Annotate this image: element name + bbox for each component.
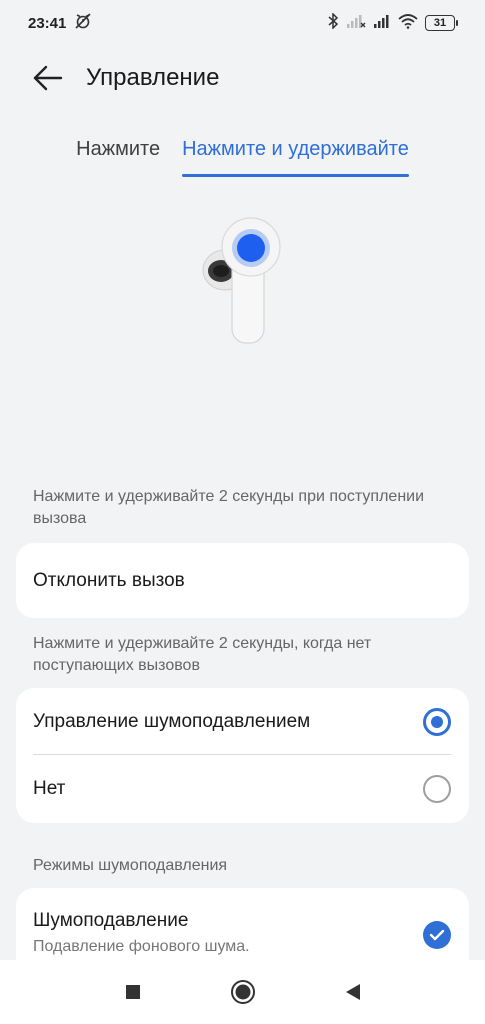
earbud-illustration — [195, 215, 295, 355]
no-call-card: Управление шумоподавлением Нет — [16, 688, 469, 823]
tab-press[interactable]: Нажмите — [76, 130, 160, 180]
noise-mode-anc-sublabel: Подавление фонового шума. — [33, 938, 250, 955]
wifi-icon — [398, 13, 418, 33]
tab-bar: Нажмите Нажмите и удерживайте — [0, 130, 485, 180]
alarm-off-icon — [74, 12, 92, 34]
noise-mode-anc-label: Шумоподавление — [33, 910, 189, 931]
triangle-back-icon — [345, 984, 360, 1000]
noise-mode-anc-checkbox[interactable] — [423, 921, 451, 949]
radio-none[interactable] — [423, 775, 451, 803]
screen: 23:41 31 Управление Нажмите Нажмите и уд… — [0, 0, 485, 1024]
navigation-bar — [0, 960, 485, 1024]
recents-button[interactable] — [113, 972, 153, 1012]
reject-call-label: Отклонить вызов — [33, 569, 185, 591]
signal-off-icon — [346, 13, 366, 33]
incoming-call-description: Нажмите и удерживайте 2 секунды при пост… — [33, 488, 425, 527]
square-icon — [125, 985, 140, 999]
touch-point-icon — [237, 234, 265, 262]
signal-icon — [373, 13, 391, 33]
status-left: 23:41 — [28, 12, 92, 34]
option-none[interactable]: Нет — [16, 755, 469, 823]
option-noise-control[interactable]: Управление шумоподавлением — [16, 688, 469, 755]
noise-modes-title: Режимы шумоподавления — [33, 857, 228, 874]
battery-indicator: 31 — [425, 15, 458, 31]
page-title: Управление — [86, 64, 220, 91]
checkmark-icon — [429, 929, 445, 941]
option-noise-control-label: Управление шумоподавлением — [33, 710, 311, 732]
tab-press-and-hold[interactable]: Нажмите и удерживайте — [182, 130, 409, 180]
back-nav-button[interactable] — [333, 972, 373, 1012]
incoming-call-card: Отклонить вызов — [16, 543, 469, 618]
reject-call-row[interactable]: Отклонить вызов — [16, 543, 469, 618]
app-bar: Управление — [0, 50, 485, 106]
noise-mode-anc-text: Шумоподавление Подавление фонового шума. — [33, 910, 250, 956]
back-button[interactable] — [28, 58, 68, 98]
bluetooth-icon — [327, 12, 339, 33]
arrow-left-icon — [33, 65, 63, 91]
status-bar: 23:41 31 — [0, 0, 485, 46]
no-call-description: Нажмите и удерживайте 2 секунды, когда н… — [33, 635, 372, 674]
home-button[interactable] — [223, 972, 263, 1012]
status-right: 31 — [327, 12, 458, 33]
circle-icon — [230, 980, 255, 1004]
status-time: 23:41 — [28, 14, 67, 32]
option-none-label: Нет — [33, 778, 66, 799]
radio-noise-control[interactable] — [423, 707, 451, 736]
